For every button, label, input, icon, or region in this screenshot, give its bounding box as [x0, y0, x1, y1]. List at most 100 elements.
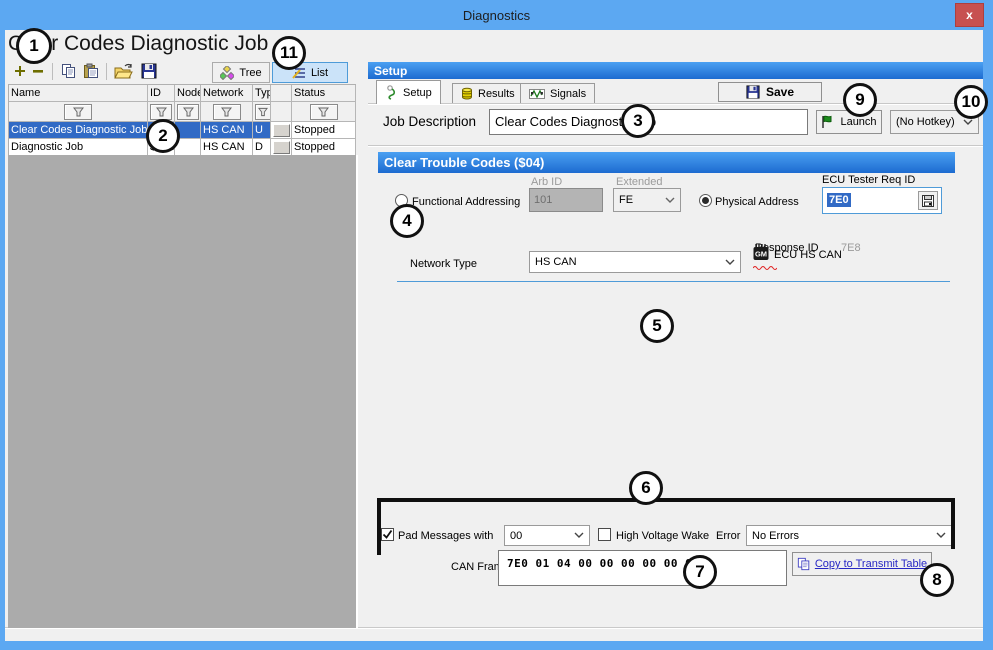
tab-results[interactable]: Results — [452, 83, 524, 103]
clear-trouble-codes-header: Clear Trouble Codes ($04) — [378, 152, 955, 173]
funnel-icon — [221, 107, 232, 117]
funnel-icon — [73, 107, 84, 117]
status-bar — [5, 628, 983, 641]
column-header-network[interactable]: Network — [201, 85, 253, 102]
clear-trouble-codes-title: Clear Trouble Codes ($04) — [384, 155, 544, 170]
setup-icon — [385, 85, 398, 100]
open-button[interactable] — [113, 61, 133, 81]
network-type-dropdown[interactable]: HS CAN — [529, 251, 741, 273]
tree-button-label: Tree — [239, 67, 261, 79]
tab-signals[interactable]: Signals — [520, 83, 595, 103]
table-row[interactable]: Clear Codes Diagnostic Job $04 HS CAN U … — [9, 122, 356, 139]
remove-button[interactable] — [31, 62, 45, 80]
spellcheck-squiggle — [753, 265, 777, 270]
status-indicator-box[interactable] — [273, 141, 290, 154]
signals-icon — [529, 88, 545, 100]
gm-chip-icon: GM — [753, 244, 769, 264]
job-type-cell: U — [253, 122, 271, 139]
column-header-node[interactable]: Node — [175, 85, 201, 102]
chevron-down-icon — [936, 532, 946, 539]
chevron-down-icon — [963, 119, 973, 126]
filter-button-network[interactable] — [213, 104, 241, 120]
job-status-cell: Stopped — [292, 139, 356, 156]
annotation-circle-10: 10 — [954, 85, 988, 119]
save-button[interactable]: Save — [718, 82, 822, 102]
column-header-type[interactable]: Typ — [253, 85, 271, 102]
filter-row — [9, 102, 356, 122]
plus-icon — [14, 65, 26, 77]
tree-icon — [220, 66, 234, 80]
ecu-tester-req-id-field[interactable]: 7E0 — [822, 187, 942, 214]
filter-button-name[interactable] — [64, 104, 92, 120]
ecu-network-label: ECU HS CAN — [774, 249, 842, 261]
job-type-cell: D — [253, 139, 271, 156]
launch-flag-icon — [821, 115, 834, 129]
annotation-circle-8: 8 — [920, 563, 954, 597]
copy-button[interactable] — [60, 62, 78, 80]
extended-dropdown[interactable]: FE — [613, 188, 681, 212]
annotation-bracket-left — [377, 498, 381, 555]
floppy-icon — [746, 85, 760, 99]
close-icon: x — [966, 8, 973, 22]
pad-messages-label: Pad Messages with — [398, 530, 493, 542]
column-header-id[interactable]: ID — [148, 85, 175, 102]
filter-button-node[interactable] — [177, 104, 199, 120]
mini-disk-icon — [922, 195, 934, 207]
arb-id-field[interactable]: 101 — [529, 188, 603, 212]
toolbar-separator — [106, 63, 107, 80]
app-window: Diagnostics x Clear Codes Diagnostic Job — [0, 0, 993, 650]
tab-signals-label: Signals — [550, 88, 586, 100]
ecu-tester-req-id-value: 7E0 — [827, 193, 851, 207]
setup-panel-header: Setup — [368, 62, 983, 79]
copy-to-transmit-button[interactable]: Copy to Transmit Table — [792, 552, 932, 576]
high-voltage-wake-label: High Voltage Wake — [616, 530, 709, 542]
copy-to-transmit-link[interactable]: Copy to Transmit Table — [815, 558, 927, 570]
paste-icon — [83, 63, 99, 79]
results-icon — [461, 87, 473, 100]
pad-value-dropdown[interactable]: 00 — [504, 525, 590, 546]
close-button[interactable]: x — [955, 3, 984, 27]
divider — [368, 145, 983, 147]
svg-text:GM: GM — [755, 250, 767, 259]
tree-view-button[interactable]: Tree — [212, 62, 270, 83]
physical-address-radio[interactable] — [699, 194, 712, 207]
high-voltage-wake-checkbox[interactable] — [598, 528, 611, 541]
can-frames-field[interactable]: 7E0 01 04 00 00 00 00 00 00 — [498, 550, 787, 586]
chevron-down-icon — [725, 259, 735, 266]
job-network-cell: HS CAN — [201, 139, 253, 156]
minus-icon — [32, 65, 44, 77]
copy-icon — [797, 557, 811, 571]
column-header-name[interactable]: Name — [9, 85, 148, 102]
divider — [368, 103, 983, 105]
job-list-empty-area — [8, 155, 358, 628]
chevron-down-icon — [574, 532, 584, 539]
launch-button-label: Launch — [840, 116, 876, 128]
status-indicator-box[interactable] — [273, 124, 290, 137]
table-row[interactable]: Diagnostic Job $2_My_I HS CAN D Stopped — [9, 139, 356, 156]
annotation-circle-3: 3 — [621, 104, 655, 138]
filter-button-id[interactable] — [150, 104, 172, 120]
annotation-circle-5: 5 — [640, 309, 674, 343]
hex-pad-button[interactable] — [918, 191, 938, 210]
funnel-icon — [156, 107, 167, 117]
column-header-status[interactable]: Status — [292, 85, 356, 102]
error-dropdown[interactable]: No Errors — [746, 525, 952, 546]
extended-dropdown-value: FE — [619, 194, 633, 206]
save-tool-button[interactable] — [140, 62, 158, 80]
network-type-dropdown-value: HS CAN — [535, 256, 577, 268]
filter-button-type[interactable] — [255, 104, 271, 120]
job-name-cell: Clear Codes Diagnostic Job — [9, 122, 148, 139]
functional-addressing-label: Functional Addressing — [412, 196, 520, 208]
window-title: Diagnostics — [463, 8, 530, 23]
filter-button-status[interactable] — [310, 104, 338, 120]
annotation-circle-6: 6 — [629, 471, 663, 505]
can-frames-value: 7E0 01 04 00 00 00 00 00 00 — [507, 557, 699, 570]
tab-results-label: Results — [478, 88, 515, 100]
tab-setup[interactable]: Setup — [376, 80, 441, 104]
paste-button[interactable] — [82, 62, 100, 80]
table-header-row: Name ID Node Network Typ Status — [9, 85, 356, 102]
open-folder-icon — [114, 63, 133, 80]
pad-messages-checkbox[interactable] — [381, 528, 394, 541]
add-button[interactable] — [12, 62, 28, 80]
hotkey-dropdown-value: (No Hotkey) — [896, 116, 955, 128]
